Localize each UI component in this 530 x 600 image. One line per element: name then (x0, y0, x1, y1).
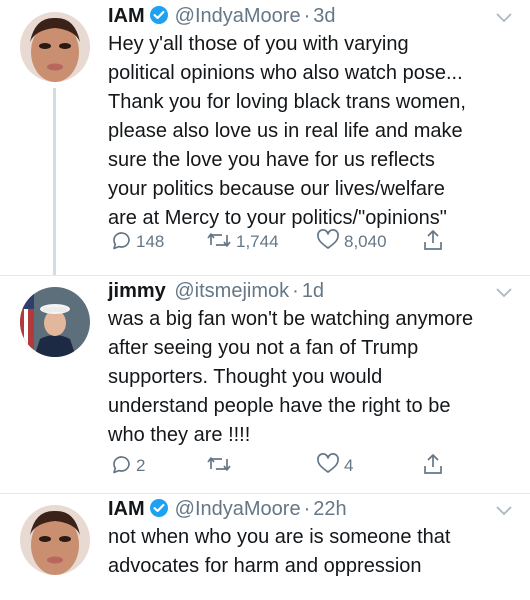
retweet-button[interactable]: 1,744 (206, 228, 279, 256)
tweet-line: sure the love you have for us reflects (108, 149, 435, 171)
share-icon (422, 452, 448, 481)
like-button[interactable]: 8,040 (316, 228, 387, 256)
like-count: 4 (344, 456, 354, 475)
tweet-text: Hey y'all those of you with varying poli… (108, 30, 516, 233)
tweet-header: IAM @IndyaMoore · 3d (108, 2, 490, 33)
timestamp[interactable]: 22h (313, 498, 346, 520)
avatar[interactable] (20, 287, 90, 357)
like-button[interactable]: 4 (316, 452, 353, 480)
user-handle[interactable]: @IndyaMoore (175, 498, 301, 520)
chevron-down-icon[interactable] (496, 503, 512, 521)
tweet-2[interactable]: jimmy @itsmejimok · 1d was a big fan won't… (0, 275, 530, 493)
display-name[interactable]: jimmy (108, 280, 166, 302)
display-name[interactable]: IAM (108, 498, 145, 520)
timestamp[interactable]: 3d (313, 5, 335, 27)
avatar[interactable] (20, 12, 90, 82)
tweet-line: Hey y'all those of you with varying (108, 33, 409, 55)
retweet-button[interactable] (206, 452, 236, 480)
tweet-text: was a big fan won't be watching anymore … (108, 305, 516, 450)
heart-icon (316, 228, 344, 256)
reply-icon (110, 229, 136, 256)
tweet-line: Thank you for loving black trans women, (108, 91, 466, 113)
tweet-line: who they are !!!! (108, 424, 251, 446)
share-icon (422, 228, 448, 257)
user-handle[interactable]: @IndyaMoore (175, 5, 301, 27)
tweet-actions: 148 1,744 8,040 (108, 228, 468, 256)
thread-line (53, 88, 56, 275)
timestamp[interactable]: 1d (302, 280, 324, 302)
share-button[interactable] (422, 228, 448, 256)
reply-icon (110, 453, 136, 480)
separator: · (292, 280, 299, 302)
like-count: 8,040 (344, 232, 387, 251)
tweet-3[interactable]: IAM @IndyaMoore · 22h not when who you are … (0, 493, 530, 600)
tweet-1[interactable]: IAM @IndyaMoore · 3d Hey y'all those of you… (0, 0, 530, 275)
tweet-header: jimmy @itsmejimok · 1d (108, 277, 490, 305)
share-button[interactable] (422, 452, 448, 480)
retweet-icon (206, 453, 236, 480)
retweet-count: 1,744 (236, 232, 279, 251)
tweet-line: supporters. Thought you would (108, 366, 383, 388)
tweet-line: after seeing you not a fan of Trump (108, 337, 419, 359)
heart-icon (316, 452, 344, 480)
user-handle[interactable]: @itsmejimok (174, 280, 289, 302)
chevron-down-icon[interactable] (496, 10, 512, 28)
chevron-down-icon[interactable] (496, 285, 512, 303)
reply-count: 148 (136, 232, 165, 251)
reply-button[interactable]: 148 (110, 228, 164, 256)
tweet-line: advocates for harm and oppression (108, 555, 422, 577)
tweet-line: understand people have the right to be (108, 395, 451, 417)
tweet-line: political opinions who also watch pose..… (108, 62, 463, 84)
reply-count: 2 (136, 456, 146, 475)
verified-badge-icon (149, 498, 169, 526)
reply-button[interactable]: 2 (110, 452, 145, 480)
tweet-actions: 2 4 (108, 452, 468, 480)
separator: · (303, 5, 311, 27)
display-name[interactable]: IAM (108, 5, 145, 27)
tweet-line: was a big fan won't be watching anymore (108, 308, 474, 330)
tweet-line: please also love us in real life and mak… (108, 120, 463, 142)
separator: · (303, 498, 311, 520)
avatar[interactable] (20, 505, 90, 575)
tweet-header: IAM @IndyaMoore · 22h (108, 495, 490, 526)
tweet-line: your politics because our lives/welfare (108, 178, 445, 200)
tweet-text: not when who you are is someone that adv… (108, 523, 516, 581)
retweet-icon (206, 229, 236, 256)
verified-badge-icon (149, 5, 169, 33)
tweet-line: not when who you are is someone that (108, 526, 451, 548)
